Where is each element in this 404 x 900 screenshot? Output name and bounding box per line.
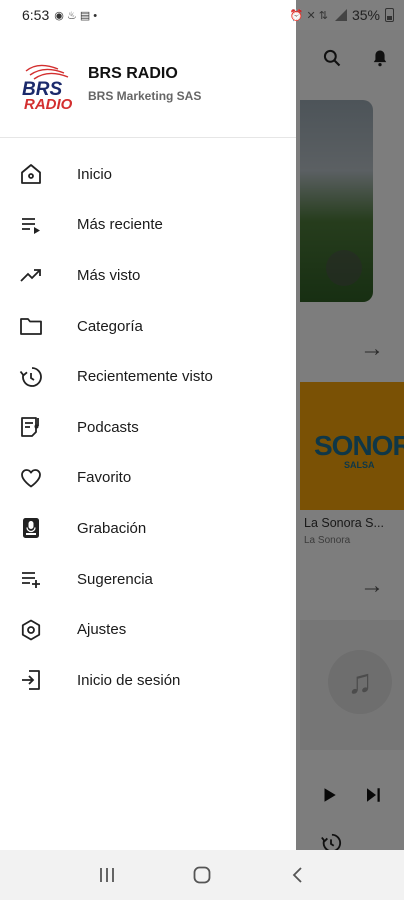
home-icon [18, 161, 44, 187]
menu-item-inicio-de-sesion[interactable]: Inicio de sesión [0, 655, 296, 706]
menu-item-label: Ajustes [77, 621, 127, 639]
battery-level: 35% [351, 7, 380, 23]
history-icon [18, 364, 44, 390]
menu-item-favorito[interactable]: Favorito [0, 453, 296, 504]
status-time: 6:53 [22, 7, 50, 23]
drawer-scrim[interactable] [296, 0, 404, 850]
brand-title: BRS RADIO [88, 64, 178, 82]
brand-logo: BRS RADIO [18, 57, 73, 113]
home-circle-icon [193, 866, 211, 884]
system-icons: ⏰ ✕ ⇅ [289, 9, 328, 22]
menu-item-label: Inicio [77, 165, 113, 183]
signal-icon [333, 9, 347, 21]
menu-item-label: Inicio de sesión [77, 671, 181, 689]
podcast-icon [18, 414, 44, 440]
back-icon [292, 867, 302, 883]
brand-subtitle: BRS Marketing SAS [88, 88, 202, 103]
recorder-icon [18, 515, 44, 541]
menu-item-label: Sugerencia [77, 570, 153, 588]
heart-icon [18, 465, 44, 491]
status-bar: 6:53 ◉ ♨ ▤ • ⏰ ✕ ⇅ 35% [0, 0, 404, 30]
playlist-add-icon [18, 566, 44, 592]
drawer-header: BRS RADIO BRS RADIO BRS Marketing SAS [0, 30, 296, 138]
system-nav-bar [0, 850, 404, 900]
battery-icon [385, 8, 394, 22]
menu-item-label: Recientemente visto [77, 368, 213, 386]
menu-item-podcasts[interactable]: Podcasts [0, 402, 296, 453]
playlist-play-icon [18, 212, 44, 238]
menu-item-categoria[interactable]: Categoría [0, 301, 296, 352]
drawer-menu: Inicio Más reciente Más visto Categoría … [0, 149, 296, 706]
menu-item-label: Más visto [77, 266, 141, 284]
menu-item-label: Categoría [77, 317, 143, 335]
menu-item-label: Grabación [77, 519, 147, 537]
menu-item-mas-visto[interactable]: Más visto [0, 250, 296, 301]
recents-button[interactable] [92, 860, 122, 890]
navigation-drawer: BRS RADIO BRS RADIO BRS Marketing SAS In… [0, 0, 296, 850]
menu-item-sugerencia[interactable]: Sugerencia [0, 554, 296, 605]
menu-item-label: Más reciente [77, 216, 163, 234]
trending-up-icon [18, 262, 44, 288]
menu-item-ajustes[interactable]: Ajustes [0, 604, 296, 655]
menu-item-recientemente-visto[interactable]: Recientemente visto [0, 351, 296, 402]
notification-icons: ◉ ♨ ▤ • [54, 9, 98, 22]
folder-icon [18, 313, 44, 339]
back-button[interactable] [282, 860, 312, 890]
login-icon [18, 667, 44, 693]
menu-item-label: Podcasts [77, 418, 139, 436]
menu-item-grabacion[interactable]: Grabación [0, 503, 296, 554]
settings-icon [18, 617, 44, 643]
menu-item-label: Favorito [77, 469, 132, 487]
home-button[interactable] [187, 860, 217, 890]
brand-logo-subtext: RADIO [24, 96, 72, 111]
menu-item-inicio[interactable]: Inicio [0, 149, 296, 200]
recents-icon [100, 868, 115, 882]
menu-item-mas-reciente[interactable]: Más reciente [0, 200, 296, 251]
